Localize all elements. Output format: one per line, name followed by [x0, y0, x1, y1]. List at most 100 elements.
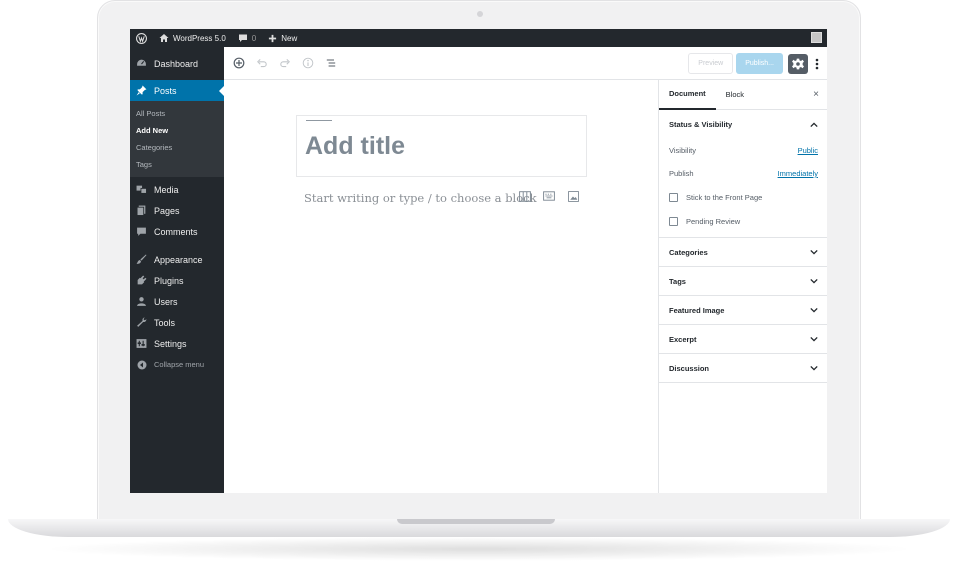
sidebar-item-posts[interactable]: Posts — [130, 80, 224, 101]
collapse-menu-button[interactable]: Collapse menu — [130, 354, 224, 375]
laptop-camera — [477, 11, 483, 17]
avatar[interactable] — [811, 32, 822, 43]
sidebar-item-label: Media — [154, 184, 179, 195]
admin-sidebar: Dashboard Posts All Posts Add New Catego… — [130, 47, 224, 493]
panel-title: Featured Image — [669, 305, 725, 315]
visibility-link[interactable]: Public — [798, 146, 818, 155]
sticky-label: Stick to the Front Page — [686, 192, 763, 202]
submenu-categories[interactable]: Categories — [130, 139, 224, 156]
insert-columns-button[interactable] — [518, 189, 532, 203]
publish-date-link[interactable]: Immediately — [778, 169, 818, 178]
tab-document[interactable]: Document — [659, 80, 716, 110]
submenu-add-new[interactable]: Add New — [130, 122, 224, 139]
redo-button[interactable] — [278, 56, 292, 70]
pending-row: Pending Review — [659, 209, 827, 233]
keyboard-icon — [543, 191, 555, 201]
sidebar-item-dashboard[interactable]: Dashboard — [130, 53, 224, 74]
panel-title: Discussion — [669, 363, 710, 373]
settings-icon — [135, 337, 148, 350]
admin-bar: WordPress 5.0 0 New — [130, 29, 827, 47]
image-icon — [567, 190, 579, 202]
visibility-row: Visibility Public — [659, 139, 827, 162]
status-visibility-panel: Status & Visibility Visibility Public Pu… — [659, 110, 827, 238]
post-title-field[interactable]: Add title — [296, 115, 587, 177]
chevron-down-icon — [809, 335, 818, 344]
publish-button[interactable]: Publish... — [736, 53, 783, 74]
default-block-appender[interactable]: Start writing or type / to choose a bloc… — [304, 191, 537, 205]
preview-button[interactable]: Preview — [688, 53, 734, 74]
panel-title: Categories — [669, 247, 708, 257]
comment-icon — [135, 225, 148, 238]
tab-block[interactable]: Block — [716, 80, 754, 110]
insert-image-button[interactable] — [566, 189, 580, 203]
sidebar-item-label: Settings — [154, 338, 187, 349]
redo-icon — [280, 59, 290, 68]
sidebar-item-users[interactable]: Users — [130, 291, 224, 312]
panel-title: Excerpt — [669, 334, 697, 344]
sidebar-item-media[interactable]: Media — [130, 179, 224, 200]
comments-link[interactable]: 0 — [232, 29, 262, 47]
pending-label: Pending Review — [686, 216, 741, 226]
toolbar-actions: Preview Publish... — [688, 53, 821, 74]
screen: WordPress 5.0 0 New Dashboard Posts All … — [130, 29, 827, 493]
insert-shortcode-button[interactable] — [542, 189, 556, 203]
sidebar-item-label: Dashboard — [154, 58, 199, 69]
excerpt-panel-toggle[interactable]: Excerpt — [659, 325, 827, 354]
chevron-up-icon — [809, 120, 818, 129]
new-label: New — [281, 33, 298, 43]
close-icon[interactable]: × — [813, 89, 819, 100]
chevron-down-icon — [809, 306, 818, 315]
comment-bubble-icon — [238, 34, 247, 42]
sidebar-item-label: Posts — [154, 85, 177, 96]
plus-circle-icon — [233, 57, 245, 69]
sidebar-item-settings[interactable]: Settings — [130, 333, 224, 354]
info-icon — [302, 57, 314, 69]
submenu-all-posts[interactable]: All Posts — [130, 105, 224, 122]
sidebar-item-label: Pages — [154, 205, 180, 216]
sidebar-item-pages[interactable]: Pages — [130, 200, 224, 221]
sidebar-item-plugins[interactable]: Plugins — [130, 270, 224, 291]
content-info-button[interactable] — [301, 56, 315, 70]
chevron-down-icon — [809, 248, 818, 257]
status-visibility-header[interactable]: Status & Visibility — [659, 110, 827, 139]
plugin-icon — [135, 274, 148, 287]
publish-row: Publish Immediately — [659, 162, 827, 185]
site-name: WordPress 5.0 — [173, 33, 226, 43]
discussion-panel-toggle[interactable]: Discussion — [659, 354, 827, 383]
sidebar-item-appearance[interactable]: Appearance — [130, 249, 224, 270]
submenu-tags[interactable]: Tags — [130, 156, 224, 173]
inserter-shortcuts — [518, 189, 590, 203]
laptop-shadow — [40, 537, 918, 561]
home-icon — [159, 34, 169, 42]
sticky-row: Stick to the Front Page — [659, 185, 827, 209]
chevron-down-icon — [809, 364, 818, 373]
chevron-down-icon — [809, 277, 818, 286]
add-block-button[interactable] — [232, 56, 246, 70]
title-placeholder: Add title — [305, 132, 405, 160]
undo-icon — [257, 59, 267, 68]
publish-label: Publish — [669, 169, 694, 178]
more-menu-button[interactable] — [813, 56, 821, 72]
pending-checkbox[interactable] — [669, 216, 678, 226]
settings-sidebar: Document Block × Status & Visibility Vis… — [658, 80, 827, 493]
categories-panel-toggle[interactable]: Categories — [659, 238, 827, 267]
sticky-checkbox[interactable] — [669, 192, 678, 202]
visibility-label: Visibility — [669, 146, 696, 155]
wp-logo-button[interactable] — [130, 29, 153, 47]
undo-button[interactable] — [255, 56, 269, 70]
dashboard-icon — [135, 57, 148, 70]
featured-image-panel-toggle[interactable]: Featured Image — [659, 296, 827, 325]
new-content-link[interactable]: New — [262, 29, 303, 47]
gear-icon — [792, 58, 804, 69]
site-name-link[interactable]: WordPress 5.0 — [153, 29, 232, 47]
media-icon — [135, 183, 148, 196]
columns-icon — [519, 190, 531, 202]
collapse-menu-label: Collapse menu — [154, 360, 205, 369]
wordpress-icon — [136, 32, 147, 44]
tags-panel-toggle[interactable]: Tags — [659, 267, 827, 296]
block-navigation-button[interactable] — [324, 56, 338, 70]
user-icon — [135, 295, 148, 308]
sidebar-item-tools[interactable]: Tools — [130, 312, 224, 333]
sidebar-item-comments[interactable]: Comments — [130, 221, 224, 242]
settings-toggle-button[interactable] — [788, 53, 808, 74]
